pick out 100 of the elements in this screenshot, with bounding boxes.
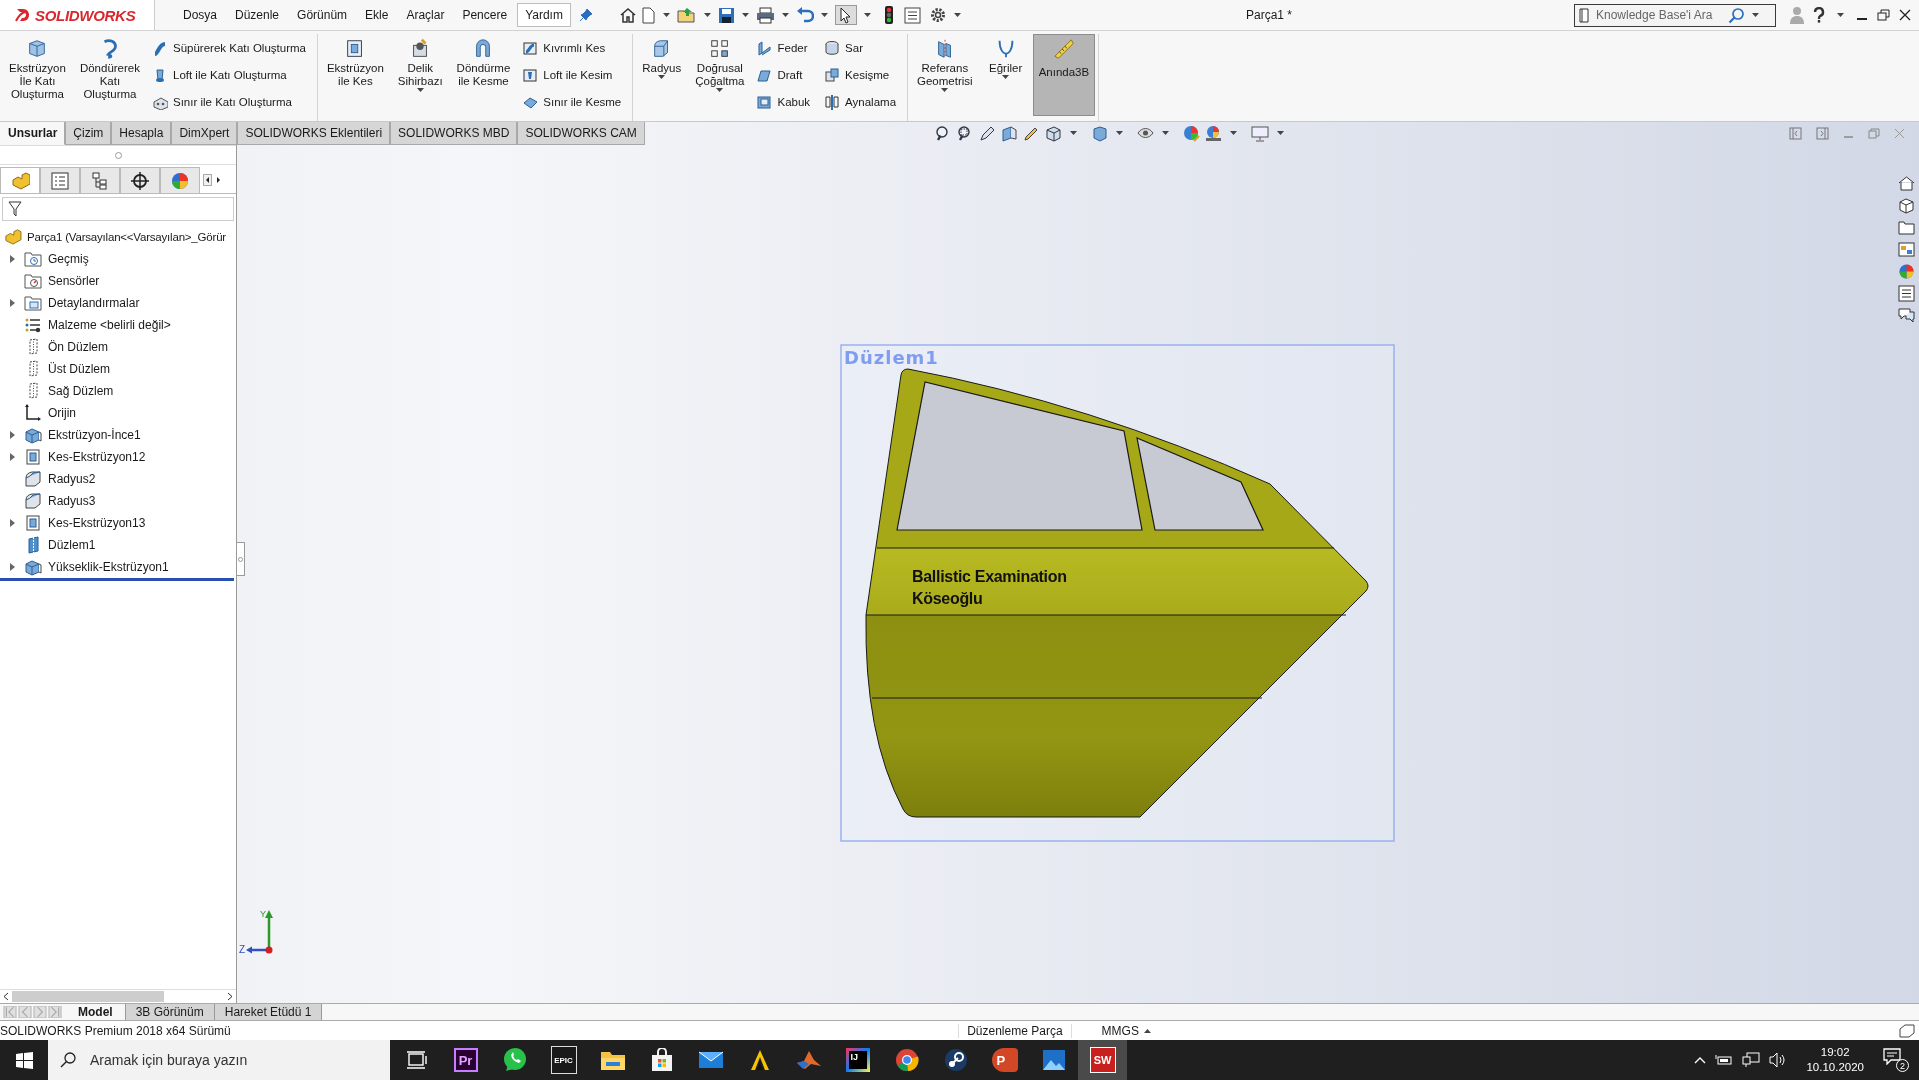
scroll-right-icon[interactable] <box>227 992 233 1001</box>
settings-icon[interactable] <box>928 6 947 24</box>
ribbon-button[interactable]: Kesişme <box>824 64 901 86</box>
tab[interactable]: SOLIDWORKS Eklentileri <box>237 122 391 145</box>
caret-icon[interactable] <box>1837 12 1844 18</box>
tree-item[interactable]: Üst Düzlem <box>48 362 110 376</box>
section-icon[interactable] <box>1000 125 1018 142</box>
tree-item[interactable]: Düzlem1 <box>48 538 96 552</box>
taskbar-button[interactable]: IJ <box>833 1040 882 1080</box>
tree-item[interactable]: Malzeme <belirli değil> <box>48 318 171 332</box>
search-input[interactable]: Aramak için buraya yazın <box>88 1051 348 1069</box>
tree-item[interactable]: Geçmiş <box>48 252 89 266</box>
tree-item[interactable]: Orijin <box>48 406 76 420</box>
scroll-right-icon[interactable] <box>214 174 223 186</box>
scrollbar-thumb[interactable] <box>12 991 164 1002</box>
caret-icon[interactable] <box>1229 131 1237 136</box>
caret-icon[interactable] <box>1069 131 1077 136</box>
caret-icon[interactable] <box>741 12 749 18</box>
ribbon-button[interactable]: Delik Sihirbazı <box>391 34 449 116</box>
chat-icon[interactable] <box>1898 307 1915 324</box>
caret-icon[interactable] <box>662 12 670 18</box>
menu-item[interactable]: Yardım <box>517 3 571 27</box>
ribbon-button[interactable]: Kıvrımlı Kes <box>522 36 626 59</box>
close-icon[interactable] <box>1899 9 1911 21</box>
tab[interactable]: Çizim <box>65 122 112 145</box>
chevron-up-icon[interactable] <box>1694 1056 1707 1064</box>
menu-item[interactable]: Pencere <box>454 3 516 27</box>
help-icon[interactable] <box>1813 7 1825 23</box>
ribbon-button[interactable]: Referans Geometrisi <box>911 34 979 116</box>
ribbon-button[interactable]: Döndürerek Katı Oluşturma <box>73 34 146 116</box>
ribbon-button[interactable]: Doğrusal Çoğaltma <box>689 34 751 116</box>
ribbon-button[interactable]: Radyus <box>636 34 688 116</box>
tree-item[interactable]: Parça1 (Varsayılan<<Varsayılan>_Görür <box>27 231 226 243</box>
folder-icon[interactable] <box>1898 219 1915 236</box>
library-icon[interactable] <box>1898 241 1915 258</box>
taskbar-button[interactable]: P <box>980 1040 1029 1080</box>
menu-item[interactable]: Dosya <box>175 3 225 27</box>
search-field[interactable]: Aramak için buraya yazın <box>48 1040 390 1080</box>
tab[interactable]: Hesapla <box>111 122 172 145</box>
ribbon-button[interactable]: Kabuk <box>756 91 815 114</box>
ribbon-button[interactable]: Süpürerek Katı Oluşturma <box>152 36 310 59</box>
cube-icon[interactable] <box>1090 125 1108 142</box>
expand-arrow-icon[interactable] <box>9 563 15 571</box>
ribbon-button[interactable]: Sar <box>824 36 901 59</box>
menu-item[interactable]: Düzenle <box>227 3 288 27</box>
pin-icon[interactable] <box>578 8 593 22</box>
panel-tab[interactable] <box>120 167 160 193</box>
grip-icon[interactable] <box>114 151 122 159</box>
taskbar-button[interactable]: Pr <box>441 1040 490 1080</box>
ribbon-button[interactable]: Loft ile Kesim <box>522 64 626 86</box>
units-button[interactable]: MMGS <box>1101 1023 1172 1038</box>
traffic-light-icon[interactable] <box>883 5 894 25</box>
part-icon[interactable] <box>4 229 22 245</box>
expand-arrow-icon[interactable] <box>9 255 15 263</box>
caret-icon[interactable] <box>781 12 789 18</box>
scroll-left-icon[interactable] <box>3 992 9 1001</box>
cube-icon[interactable] <box>1044 125 1062 142</box>
caret-icon[interactable] <box>1115 131 1123 136</box>
caret-icon[interactable] <box>1752 12 1759 18</box>
open-folder-icon[interactable] <box>676 6 697 24</box>
tree-item[interactable]: Radyus2 <box>48 472 96 486</box>
print-icon[interactable] <box>755 6 775 24</box>
scroll-left-icon[interactable] <box>203 174 212 186</box>
taskbar-button[interactable]: EPIC <box>539 1040 588 1080</box>
tree-item[interactable]: Kes-Ekstrüzyon13 <box>48 516 146 530</box>
panel-tab[interactable] <box>80 167 120 193</box>
undo-icon[interactable] <box>795 7 814 23</box>
new-document-icon[interactable] <box>640 6 656 24</box>
search-input[interactable]: Knowledge Base'i Ara <box>1594 7 1724 23</box>
expand-arrow-icon[interactable] <box>9 431 15 439</box>
expand-arrow-icon[interactable] <box>9 519 15 527</box>
list-icon[interactable] <box>903 6 921 24</box>
home-icon[interactable] <box>1898 175 1915 192</box>
expand-arrow-icon[interactable] <box>9 453 15 461</box>
expand-arrow-icon[interactable] <box>9 299 15 307</box>
network-icon[interactable] <box>1742 1052 1761 1068</box>
pencil-icon[interactable] <box>978 125 996 142</box>
restore-icon[interactable] <box>1877 9 1890 21</box>
tree-item[interactable]: Kes-Ekstrüzyon12 <box>48 450 146 464</box>
filter-icon[interactable] <box>8 201 22 217</box>
save-icon[interactable] <box>717 6 735 24</box>
volume-icon[interactable] <box>1769 1052 1788 1068</box>
ribbon-button[interactable]: Sınır ile Katı Oluşturma <box>152 91 310 114</box>
list-icon[interactable] <box>1898 285 1915 302</box>
ribbon-button[interactable]: Loft ile Katı Oluşturma <box>152 64 310 86</box>
pen-icon[interactable] <box>1022 125 1040 142</box>
menu-item[interactable]: Ekle <box>357 3 397 27</box>
color-ball-icon[interactable] <box>1204 125 1222 142</box>
search-icon[interactable] <box>1728 6 1745 24</box>
ribbon-button[interactable]: Eğriler <box>980 34 1031 116</box>
tree-item[interactable]: Sağ Düzlem <box>48 384 114 398</box>
tree-item[interactable]: Radyus3 <box>48 494 96 508</box>
tree-item[interactable]: Ön Düzlem <box>48 340 109 354</box>
search-field[interactable]: Knowledge Base'i Ara <box>1574 3 1776 27</box>
home-icon[interactable] <box>618 6 637 24</box>
ribbon-button[interactable]: Feder <box>756 36 815 59</box>
tab[interactable]: DimXpert <box>171 122 238 145</box>
tree-item[interactable]: Detaylandırmalar <box>48 296 140 310</box>
ribbon-button[interactable]: Sınır ile Kesme <box>522 91 626 114</box>
ribbon-button[interactable]: Anında3B <box>1032 34 1096 116</box>
